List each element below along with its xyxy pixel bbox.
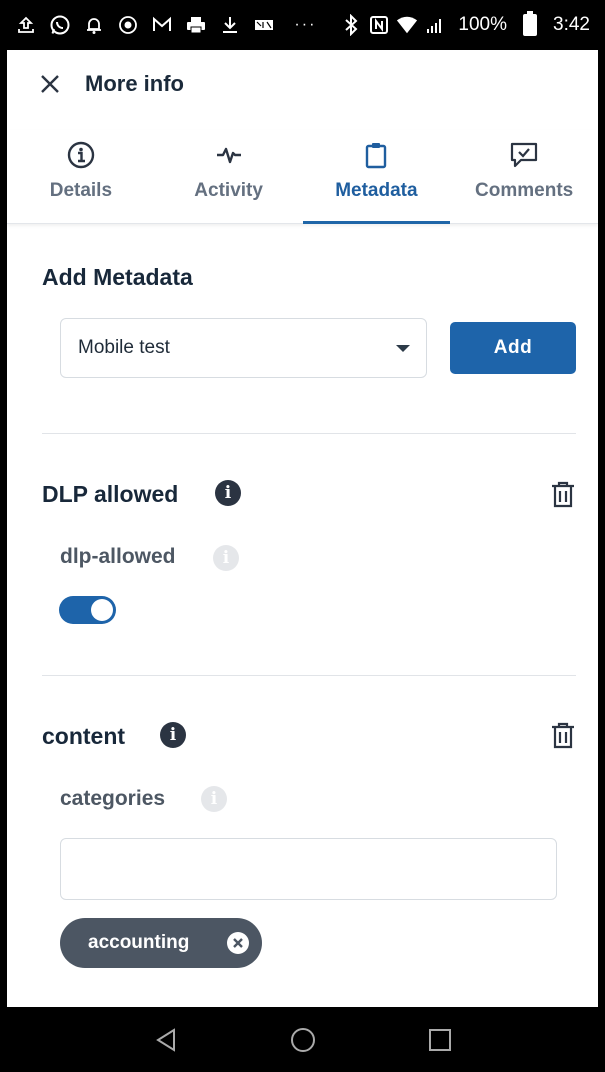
template-title: DLP allowed bbox=[42, 481, 179, 507]
comment-icon bbox=[511, 142, 538, 168]
gmail-icon bbox=[151, 14, 173, 36]
header: More info bbox=[7, 50, 598, 118]
whatsapp-icon bbox=[49, 14, 71, 36]
recents-button[interactable] bbox=[420, 1020, 460, 1060]
info-icon[interactable]: i bbox=[213, 545, 239, 571]
field-label: categories bbox=[60, 787, 166, 810]
record-icon bbox=[117, 14, 139, 36]
signal-icon bbox=[424, 14, 446, 36]
battery-icon bbox=[523, 11, 538, 36]
battery-percent: 100% bbox=[458, 14, 508, 35]
close-button[interactable] bbox=[35, 69, 65, 99]
bluetooth-icon bbox=[340, 14, 362, 36]
tab-activity[interactable]: Activity bbox=[155, 130, 303, 223]
add-metadata-title: Add Metadata bbox=[42, 264, 193, 290]
upload-icon bbox=[15, 14, 37, 36]
delete-template-button[interactable] bbox=[550, 721, 576, 751]
tag-chip: accounting bbox=[60, 918, 262, 968]
tab-label: Activity bbox=[194, 180, 263, 201]
status-bar: ··· 100% 3:42 bbox=[7, 0, 598, 50]
home-button[interactable] bbox=[283, 1020, 323, 1060]
back-button[interactable] bbox=[146, 1020, 186, 1060]
clock: 3:42 bbox=[553, 14, 590, 35]
remove-tag-button[interactable] bbox=[227, 932, 249, 954]
back-icon bbox=[155, 1027, 175, 1052]
tab-details[interactable]: Details bbox=[7, 130, 155, 223]
page-title: More info bbox=[85, 71, 184, 96]
close-icon bbox=[233, 938, 243, 948]
add-button[interactable]: Add bbox=[450, 322, 576, 374]
template-select[interactable]: Mobile test bbox=[60, 318, 427, 378]
toggle-knob bbox=[91, 599, 113, 621]
tab-label: Comments bbox=[475, 180, 574, 201]
info-icon[interactable]: i bbox=[160, 722, 186, 748]
categories-input[interactable] bbox=[60, 838, 557, 900]
delete-template-button[interactable] bbox=[550, 480, 576, 510]
mail-badge-icon bbox=[253, 14, 275, 36]
divider bbox=[42, 675, 576, 676]
chevron-down-icon bbox=[396, 345, 410, 352]
print-icon bbox=[185, 14, 207, 36]
nfc-icon bbox=[368, 14, 390, 36]
tab-label: Details bbox=[49, 180, 113, 201]
field-label: dlp-allowed bbox=[60, 545, 176, 568]
wifi-icon bbox=[396, 14, 418, 36]
info-icon[interactable]: i bbox=[201, 786, 227, 812]
tab-bar: Details Activity Metadata Comments bbox=[7, 130, 598, 224]
recents-icon bbox=[428, 1028, 451, 1051]
tab-comments[interactable]: Comments bbox=[450, 130, 598, 223]
screen: ··· 100% 3:42 More info Details Activity… bbox=[7, 0, 598, 1072]
template-select-value: Mobile test bbox=[78, 337, 170, 358]
info-icon[interactable]: i bbox=[215, 480, 241, 506]
tab-label: Metadata bbox=[335, 180, 418, 201]
bell-icon bbox=[83, 14, 105, 36]
info-icon bbox=[67, 141, 95, 169]
download-icon bbox=[219, 14, 241, 36]
tag-label: accounting bbox=[88, 932, 190, 953]
android-nav-bar bbox=[7, 1007, 598, 1072]
tab-metadata[interactable]: Metadata bbox=[302, 130, 451, 224]
template-title: content bbox=[42, 723, 126, 749]
overflow-dots: ··· bbox=[294, 16, 317, 33]
home-icon bbox=[290, 1027, 315, 1052]
activity-icon bbox=[216, 147, 241, 164]
divider bbox=[42, 433, 576, 434]
dlp-allowed-toggle[interactable] bbox=[59, 596, 116, 624]
clipboard-icon bbox=[366, 143, 387, 169]
close-icon bbox=[41, 75, 59, 93]
